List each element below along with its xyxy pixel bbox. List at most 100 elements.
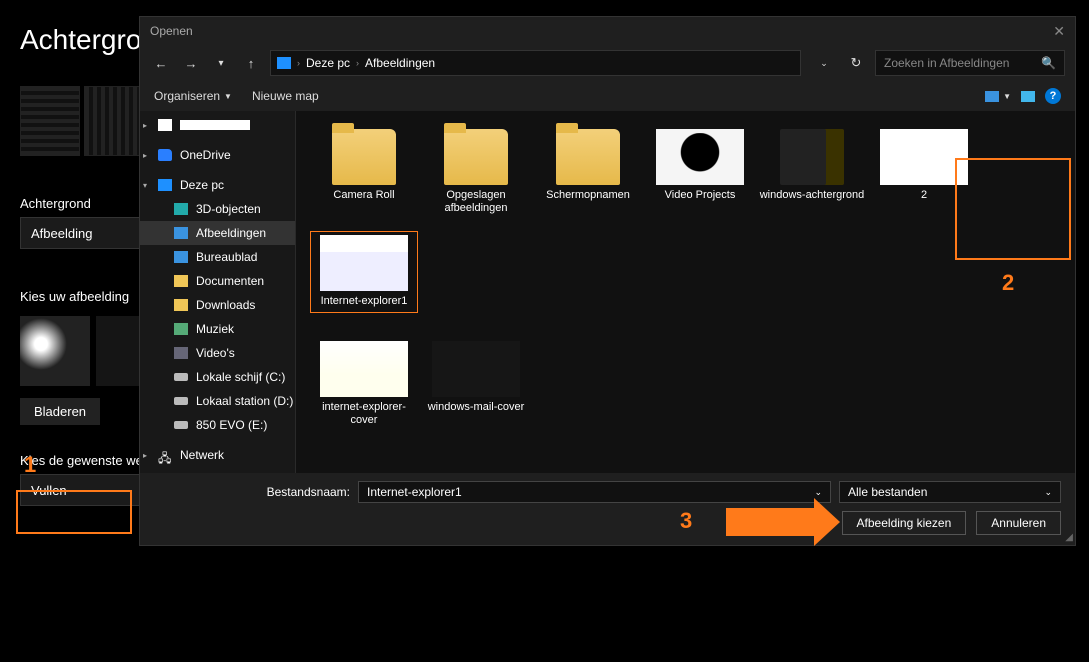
sidebar-music[interactable]: Muziek: [140, 317, 295, 341]
sidebar-images[interactable]: Afbeeldingen: [140, 221, 295, 245]
image-item[interactable]: internet-explorer-cover: [310, 337, 418, 431]
annotation-arrow-icon: [726, 508, 816, 536]
image-item[interactable]: 2: [870, 125, 978, 219]
search-icon: 🔍: [1041, 56, 1056, 70]
dialog-toolbar: Organiseren▼ Nieuwe map ▼ ?: [140, 81, 1075, 111]
choose-image-button[interactable]: Afbeelding kiezen: [842, 511, 967, 535]
drive-icon: [174, 421, 188, 429]
folder-icon: [174, 275, 188, 287]
annotation-number-2: 2: [1002, 270, 1014, 296]
chevron-down-icon: ⌄: [1044, 487, 1052, 498]
folder-item[interactable]: Schermopnamen: [534, 125, 642, 219]
sidebar-network[interactable]: ▸🖧Netwerk: [140, 443, 295, 467]
refresh-icon[interactable]: ↻: [845, 52, 867, 74]
preview-pane-icon: [1021, 91, 1035, 102]
network-icon: 🖧: [158, 449, 172, 461]
image-thumbnail: [320, 235, 408, 291]
sidebar-desktop[interactable]: Bureaublad: [140, 245, 295, 269]
expand-icon: ▸: [143, 451, 147, 460]
path-bar[interactable]: › Deze pc › Afbeeldingen: [270, 50, 801, 76]
chevron-down-icon: ⌄: [814, 487, 822, 498]
folder-icon: [174, 203, 188, 215]
folder-item[interactable]: Camera Roll: [310, 125, 418, 219]
dialog-navbar: ← → ▾ ↑ › Deze pc › Afbeeldingen ⌄ ↻ Zoe…: [140, 45, 1075, 81]
folder-icon: [444, 129, 508, 185]
dropdown-value: Vullen: [31, 483, 67, 498]
video-icon: [174, 347, 188, 359]
sidebar-videos[interactable]: Video's: [140, 341, 295, 365]
resize-grip-icon[interactable]: ◢: [1065, 532, 1073, 543]
folder-item[interactable]: windows-achtergrond: [758, 125, 866, 219]
nav-back-button[interactable]: ←: [150, 52, 172, 74]
dialog-footer: Bestandsnaam: Internet-explorer1 ⌄ Alle …: [140, 473, 1075, 545]
chevron-down-icon: ▼: [1003, 92, 1011, 101]
cancel-button[interactable]: Annuleren: [976, 511, 1061, 535]
image-thumbnail: [320, 341, 408, 397]
sidebar-onedrive[interactable]: ▸OneDrive: [140, 143, 295, 167]
collapse-icon: ▾: [143, 181, 147, 190]
folder-item[interactable]: Video Projects: [646, 125, 754, 219]
expand-icon: ▸: [143, 121, 147, 130]
search-placeholder: Zoeken in Afbeeldingen: [884, 56, 1009, 70]
annotation-number-3: 3: [680, 508, 692, 534]
sidebar-downloads[interactable]: Downloads: [140, 293, 295, 317]
file-list: Camera Roll Opgeslagen afbeeldingen Sche…: [296, 111, 1075, 473]
dropdown-value: Afbeelding: [31, 226, 92, 241]
chevron-down-icon: ▼: [224, 92, 232, 101]
folder-icon: [332, 129, 396, 185]
filename-input[interactable]: Internet-explorer1 ⌄: [358, 481, 831, 503]
folder-icon: [174, 251, 188, 263]
thumbnail[interactable]: [20, 316, 90, 386]
new-folder-button[interactable]: Nieuwe map: [252, 89, 319, 103]
browse-button[interactable]: Bladeren: [20, 398, 100, 425]
path-segment[interactable]: Afbeeldingen: [365, 56, 435, 70]
nav-forward-button[interactable]: →: [180, 52, 202, 74]
drive-icon: [174, 373, 188, 381]
sidebar-quick-access[interactable]: ▸: [140, 113, 295, 137]
image-thumbnail: [880, 129, 968, 185]
sidebar-drive-c[interactable]: Lokale schijf (C:): [140, 365, 295, 389]
image-thumbnail: [432, 341, 520, 397]
file-filter-dropdown[interactable]: Alle bestanden ⌄: [839, 481, 1061, 503]
sidebar-3d-objects[interactable]: 3D-objecten: [140, 197, 295, 221]
annotation-number-1: 1: [24, 452, 36, 478]
folder-item[interactable]: Opgeslagen afbeeldingen: [422, 125, 530, 219]
dialog-body: ▸ ▸OneDrive ▾Deze pc 3D-objecten Afbeeld…: [140, 111, 1075, 473]
preview-pane-button[interactable]: [1021, 91, 1035, 102]
dialog-titlebar: Openen ✕: [140, 17, 1075, 45]
search-input[interactable]: Zoeken in Afbeeldingen 🔍: [875, 50, 1065, 76]
music-icon: [174, 323, 188, 335]
preview-tile: [20, 86, 80, 156]
quick-access-icon: [158, 119, 172, 131]
folder-icon: [780, 129, 844, 185]
close-icon[interactable]: ✕: [1053, 23, 1065, 40]
pc-icon: [158, 179, 172, 191]
folder-icon: [656, 129, 744, 185]
nav-recent-button[interactable]: ▾: [210, 52, 232, 74]
sidebar-drive-d[interactable]: Lokaal station (D:): [140, 389, 295, 413]
expand-icon: ▸: [143, 151, 147, 160]
pc-icon: [277, 57, 291, 69]
image-item[interactable]: windows-mail-cover: [422, 337, 530, 431]
folder-icon: [556, 129, 620, 185]
filename-label: Bestandsnaam:: [154, 485, 350, 499]
path-dropdown-icon[interactable]: ⌄: [813, 52, 835, 74]
view-mode-button[interactable]: ▼: [985, 91, 1011, 102]
organize-button[interactable]: Organiseren▼: [154, 89, 232, 103]
path-separator-icon: ›: [297, 58, 300, 68]
sidebar-drive-e[interactable]: 850 EVO (E:): [140, 413, 295, 437]
path-segment[interactable]: Deze pc: [306, 56, 350, 70]
folder-icon: [174, 299, 188, 311]
dialog-title: Openen: [150, 24, 193, 38]
sidebar-documents[interactable]: Documenten: [140, 269, 295, 293]
file-open-dialog: Openen ✕ ← → ▾ ↑ › Deze pc › Afbeeldinge…: [139, 16, 1076, 546]
drive-icon: [174, 397, 188, 405]
image-item-selected[interactable]: Internet-explorer1: [310, 231, 418, 312]
path-separator-icon: ›: [356, 58, 359, 68]
help-icon[interactable]: ?: [1045, 88, 1061, 104]
nav-up-button[interactable]: ↑: [240, 52, 262, 74]
folder-icon: [174, 227, 188, 239]
sidebar-this-pc[interactable]: ▾Deze pc: [140, 173, 295, 197]
cloud-icon: [158, 149, 172, 161]
sidebar-tree: ▸ ▸OneDrive ▾Deze pc 3D-objecten Afbeeld…: [140, 111, 296, 473]
